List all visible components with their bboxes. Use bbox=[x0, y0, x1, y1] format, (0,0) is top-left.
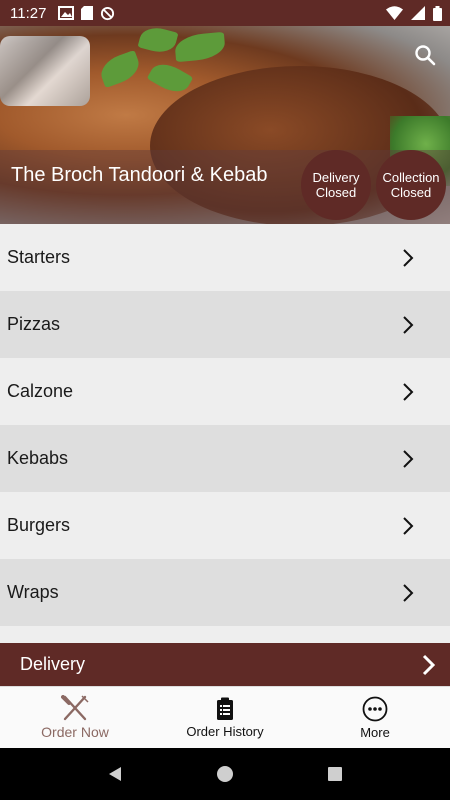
clipboard-icon bbox=[217, 697, 233, 720]
tab-label: More bbox=[360, 724, 390, 740]
hero-image-leaf bbox=[96, 49, 144, 89]
chevron-right-icon bbox=[403, 449, 414, 468]
menu-item-label: Kebabs bbox=[7, 448, 69, 468]
collection-status-badge: Collection Closed bbox=[376, 150, 446, 220]
menu-item-label: Calzone bbox=[7, 381, 74, 401]
chevron-right-icon bbox=[403, 382, 414, 401]
restaurant-name: The Broch Tandoori & Kebab bbox=[11, 164, 268, 186]
chevron-right-icon bbox=[403, 583, 414, 602]
menu-item-starters[interactable]: Starters bbox=[0, 224, 450, 291]
search-icon[interactable] bbox=[414, 44, 436, 66]
more-dots-icon bbox=[362, 696, 388, 721]
menu-category-list: Starters Pizzas Calzone Kebabs Burgers W… bbox=[0, 224, 450, 626]
delivery-mode-label: Delivery bbox=[20, 654, 86, 674]
chevron-right-icon bbox=[403, 315, 414, 334]
chevron-right-icon bbox=[403, 248, 414, 267]
hero-image-foil bbox=[0, 36, 90, 106]
tab-label: Order Now bbox=[41, 724, 109, 740]
delivery-status-label: Delivery bbox=[312, 170, 360, 185]
tab-more[interactable]: More bbox=[300, 687, 450, 748]
delivery-status-badge: Delivery Closed bbox=[301, 150, 371, 220]
battery-icon bbox=[433, 5, 442, 21]
tab-order-now[interactable]: Order Now bbox=[0, 687, 150, 748]
status-time: 11:27 bbox=[10, 4, 47, 22]
menu-item-label: Wraps bbox=[7, 582, 59, 602]
tab-label: Order History bbox=[186, 723, 264, 739]
collection-status-value: Closed bbox=[390, 185, 432, 200]
notification-icons bbox=[58, 6, 115, 21]
recents-icon[interactable] bbox=[327, 766, 343, 782]
home-icon[interactable] bbox=[216, 765, 234, 783]
system-navigation-bar bbox=[0, 748, 450, 800]
hero-image-leaf bbox=[173, 31, 227, 63]
gallery-icon bbox=[58, 6, 75, 20]
restaurant-header: The Broch Tandoori & Kebab Delivery Clos… bbox=[0, 26, 450, 224]
sd-card-icon bbox=[81, 6, 94, 20]
delivery-status-value: Closed bbox=[315, 185, 357, 200]
menu-item-label: Burgers bbox=[7, 515, 71, 535]
wifi-icon bbox=[386, 6, 403, 20]
back-icon[interactable] bbox=[107, 766, 123, 782]
menu-item-kebabs[interactable]: Kebabs bbox=[0, 425, 450, 492]
delivery-mode-bar[interactable]: Delivery bbox=[0, 643, 450, 686]
menu-item-pizzas[interactable]: Pizzas bbox=[0, 291, 450, 358]
menu-item-wraps[interactable]: Wraps bbox=[0, 559, 450, 626]
hero-image-leaf bbox=[137, 26, 179, 57]
bottom-tab-bar: Order Now Order History More bbox=[0, 686, 450, 748]
collection-status-label: Collection bbox=[382, 170, 440, 185]
chevron-right-icon bbox=[403, 516, 414, 535]
chevron-right-icon bbox=[422, 654, 436, 675]
menu-item-burgers[interactable]: Burgers bbox=[0, 492, 450, 559]
data-saver-icon bbox=[101, 6, 115, 20]
status-bar: 11:27 bbox=[0, 0, 450, 26]
menu-item-label: Pizzas bbox=[7, 314, 61, 334]
menu-item-calzone[interactable]: Calzone bbox=[0, 358, 450, 425]
signal-icon bbox=[411, 6, 425, 20]
tab-order-history[interactable]: Order History bbox=[150, 687, 300, 748]
fork-knife-icon bbox=[61, 695, 89, 721]
menu-item-label: Starters bbox=[7, 247, 71, 267]
